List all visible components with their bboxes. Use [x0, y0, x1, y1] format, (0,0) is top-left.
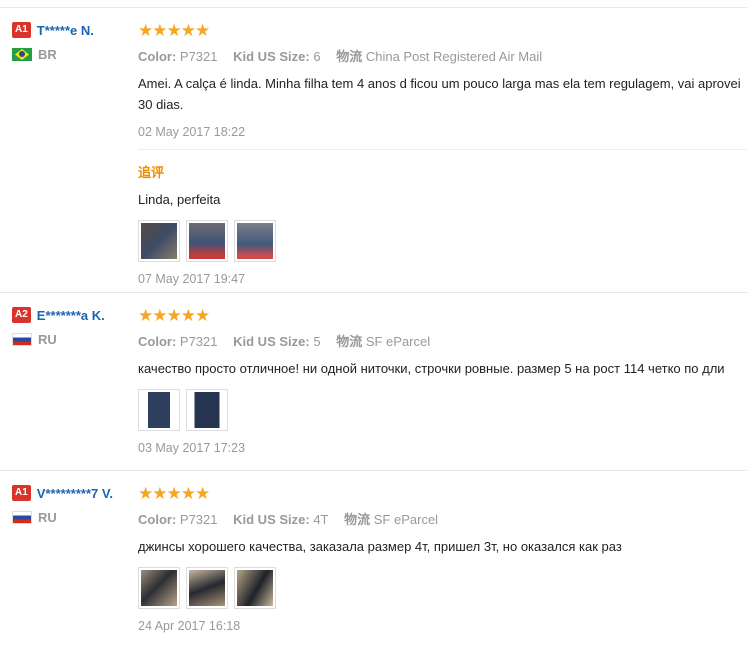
review-item: A1 V*********7 V. RU ★★★★★ Color: P7321 K…	[0, 470, 747, 641]
country-code: BR	[38, 47, 57, 62]
brazil-flag-icon	[12, 48, 32, 61]
reviewer-info: A1 V*********7 V. RU	[12, 485, 134, 525]
review-content: ★★★★★ Color: P7321 Kid US Size: 4T 物流 SF…	[138, 471, 747, 645]
color-label: Color:	[138, 512, 177, 527]
country-code: RU	[38, 332, 57, 347]
review-date: 02 May 2017 18:22	[138, 125, 246, 139]
followup-text: Linda, perfeita	[138, 192, 221, 207]
size-value: 5	[313, 334, 321, 349]
color-label: Color:	[138, 334, 177, 349]
review-meta: Color: P7321 Kid US Size: 5 物流 SF eParce…	[138, 331, 747, 350]
photo-thumbnails	[138, 220, 747, 262]
size-label: Kid US Size:	[233, 512, 310, 527]
star-rating: ★★★★★	[138, 306, 210, 325]
shipping-value: SF eParcel	[365, 334, 431, 349]
followup-title: 追评	[138, 165, 165, 180]
review-text: джинсы хорошего качества, заказала разме…	[138, 539, 622, 554]
russia-flag-icon	[12, 333, 32, 346]
star-rating: ★★★★★	[138, 484, 210, 503]
review-photo-thumbnail[interactable]	[186, 220, 228, 262]
size-label: Kid US Size:	[233, 334, 310, 349]
shipping-label: 物流	[336, 49, 363, 64]
shipping-value: SF eParcel	[373, 512, 439, 527]
reviewer-info: A1 T*****e N. BR	[12, 22, 134, 62]
reviewer-country: RU	[12, 332, 134, 347]
review-photo-thumbnail[interactable]	[186, 567, 228, 609]
photo-thumbnails	[138, 567, 747, 609]
color-label: Color:	[138, 49, 177, 64]
review-date: 03 May 2017 17:23	[138, 441, 246, 455]
size-label: Kid US Size:	[233, 49, 310, 64]
review-text: Amei. A calça é linda. Minha filha tem 4…	[138, 73, 747, 115]
review-photo-thumbnail[interactable]	[138, 220, 180, 262]
color-value: P7321	[179, 512, 218, 527]
shipping-value: China Post Registered Air Mail	[365, 49, 543, 64]
review-photo-thumbnail[interactable]	[234, 220, 276, 262]
followup-section: 追评 Linda, perfeita 07 May 2017 19:47	[138, 149, 747, 286]
size-value: 4T	[313, 512, 329, 527]
review-photo-thumbnail[interactable]	[138, 389, 180, 431]
review-photo-thumbnail[interactable]	[234, 567, 276, 609]
shipping-label: 物流	[344, 512, 371, 527]
review-content: ★★★★★ Color: P7321 Kid US Size: 6 物流 Chi…	[138, 8, 747, 298]
reviewer-name[interactable]: V*********7 V.	[37, 486, 113, 501]
shipping-label: 物流	[336, 334, 363, 349]
review-item: A1 T*****e N. BR ★★★★★ Color: P7321 Kid U…	[0, 7, 747, 292]
level-badge: A1	[12, 22, 31, 38]
russia-flag-icon	[12, 511, 32, 524]
review-content: ★★★★★ Color: P7321 Kid US Size: 5 物流 SF …	[138, 293, 747, 467]
review-photo-thumbnail[interactable]	[186, 389, 228, 431]
size-value: 6	[313, 49, 321, 64]
reviewer-name[interactable]: T*****e N.	[37, 23, 94, 38]
review-meta: Color: P7321 Kid US Size: 6 物流 China Pos…	[138, 46, 747, 65]
followup-date: 07 May 2017 19:47	[138, 272, 246, 286]
review-text: качество просто отличное! ни одной ниточ…	[138, 361, 725, 376]
country-code: RU	[38, 510, 57, 525]
reviewer-country: BR	[12, 47, 134, 62]
review-text-line: Amei. A calça é linda. Minha filha tem 4…	[138, 76, 741, 91]
photo-thumbnails	[138, 389, 747, 431]
review-meta: Color: P7321 Kid US Size: 4T 物流 SF eParc…	[138, 509, 747, 528]
color-value: P7321	[179, 334, 218, 349]
level-badge: A1	[12, 485, 31, 501]
level-badge: A2	[12, 307, 31, 323]
review-text-line: 30 dias.	[138, 97, 184, 112]
reviewer-info: A2 E*******a K. RU	[12, 307, 134, 347]
review-item: A2 E*******a K. RU ★★★★★ Color: P7321 Kid…	[0, 292, 747, 470]
review-photo-thumbnail[interactable]	[138, 567, 180, 609]
star-rating: ★★★★★	[138, 21, 210, 40]
reviewer-country: RU	[12, 510, 134, 525]
color-value: P7321	[179, 49, 218, 64]
reviewer-name[interactable]: E*******a K.	[37, 308, 105, 323]
